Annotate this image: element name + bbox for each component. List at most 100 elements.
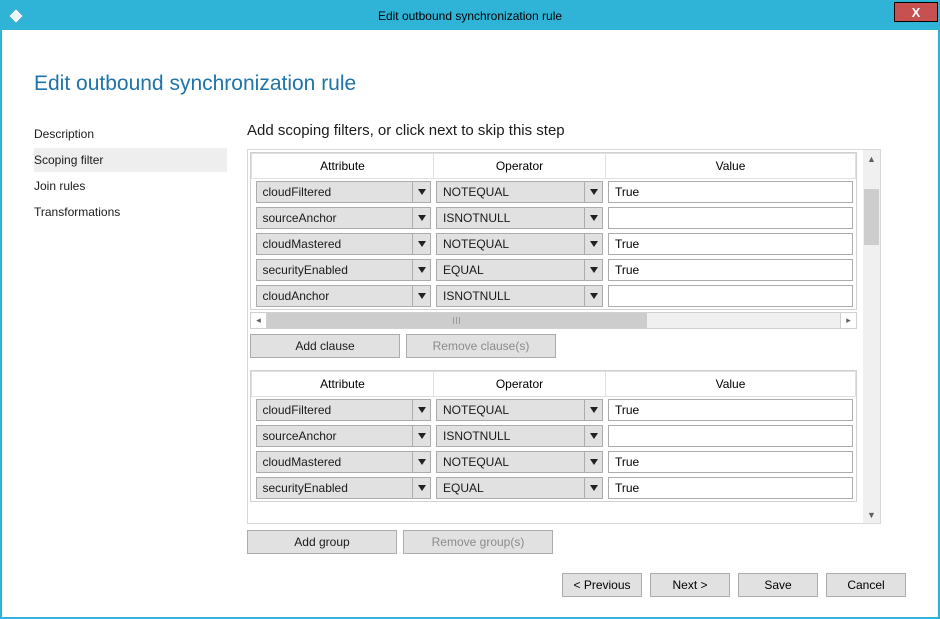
cancel-button[interactable]: Cancel — [826, 573, 906, 597]
attribute-value: securityEnabled — [257, 478, 413, 498]
clause-row: cloudFiltered NOTEQUAL — [252, 397, 856, 424]
attribute-combo[interactable]: cloudMastered — [256, 451, 432, 473]
operator-value: EQUAL — [437, 260, 584, 280]
content-header: Add scoping filters, or click next to sk… — [247, 122, 906, 139]
value-input[interactable] — [608, 285, 853, 307]
dropdown-icon[interactable] — [412, 286, 430, 306]
clause-row: sourceAnchor ISNOTNULL — [252, 205, 856, 231]
save-button[interactable]: Save — [738, 573, 818, 597]
hscroll-thumb[interactable] — [267, 313, 647, 328]
clause-row: cloudMastered NOTEQUAL — [252, 231, 856, 257]
dropdown-icon[interactable] — [584, 478, 602, 498]
horizontal-scrollbar[interactable]: ◂ ▸ — [250, 312, 857, 329]
value-input[interactable] — [608, 477, 853, 499]
dropdown-icon[interactable] — [584, 208, 602, 228]
attribute-combo[interactable]: securityEnabled — [256, 477, 432, 499]
scroll-down-icon[interactable]: ▼ — [863, 506, 880, 523]
remove-groups-button[interactable]: Remove group(s) — [403, 530, 553, 554]
clause-row: securityEnabled EQUAL — [252, 257, 856, 283]
dropdown-icon[interactable] — [412, 260, 430, 280]
attribute-value: securityEnabled — [257, 260, 413, 280]
operator-combo[interactable]: NOTEQUAL — [436, 233, 603, 255]
value-input[interactable] — [608, 259, 853, 281]
dropdown-icon[interactable] — [584, 426, 602, 446]
operator-value: ISNOTNULL — [437, 286, 584, 306]
scroll-up-icon[interactable]: ▲ — [863, 150, 880, 167]
dropdown-icon[interactable] — [584, 234, 602, 254]
col-operator: Operator — [434, 372, 606, 397]
operator-combo[interactable]: NOTEQUAL — [436, 451, 603, 473]
value-input[interactable] — [608, 425, 853, 447]
previous-button[interactable]: < Previous — [562, 573, 642, 597]
attribute-value: cloudMastered — [257, 234, 413, 254]
scroll-right-icon[interactable]: ▸ — [840, 312, 857, 329]
attribute-value: sourceAnchor — [257, 426, 413, 446]
operator-combo[interactable]: EQUAL — [436, 259, 603, 281]
col-attribute: Attribute — [252, 372, 434, 397]
nav-item-description[interactable]: Description — [34, 122, 227, 146]
dropdown-icon[interactable] — [584, 452, 602, 472]
filter-groups-panel: Attribute Operator Value cloudFiltered N… — [247, 149, 881, 524]
col-attribute: Attribute — [252, 154, 434, 179]
operator-combo[interactable]: ISNOTNULL — [436, 207, 603, 229]
clause-table: Attribute Operator Value cloudFiltered N… — [250, 370, 857, 502]
col-value: Value — [606, 372, 856, 397]
value-input[interactable] — [608, 233, 853, 255]
remove-clauses-button[interactable]: Remove clause(s) — [406, 334, 556, 358]
add-group-button[interactable]: Add group — [247, 530, 397, 554]
attribute-value: cloudFiltered — [257, 400, 413, 420]
value-input[interactable] — [608, 451, 853, 473]
dropdown-icon[interactable] — [584, 286, 602, 306]
col-value: Value — [606, 154, 856, 179]
value-input[interactable] — [608, 181, 853, 203]
operator-value: ISNOTNULL — [437, 208, 584, 228]
operator-value: NOTEQUAL — [437, 400, 584, 420]
vertical-scrollbar[interactable]: ▲ ▼ — [863, 150, 880, 523]
attribute-value: sourceAnchor — [257, 208, 413, 228]
attribute-combo[interactable]: cloudFiltered — [256, 399, 432, 421]
add-clause-button[interactable]: Add clause — [250, 334, 400, 358]
attribute-value: cloudFiltered — [257, 182, 413, 202]
attribute-combo[interactable]: cloudFiltered — [256, 181, 432, 203]
attribute-combo[interactable]: sourceAnchor — [256, 207, 432, 229]
attribute-combo[interactable]: sourceAnchor — [256, 425, 432, 447]
operator-combo[interactable]: ISNOTNULL — [436, 285, 603, 307]
operator-combo[interactable]: NOTEQUAL — [436, 399, 603, 421]
attribute-combo[interactable]: cloudAnchor — [256, 285, 432, 307]
scroll-left-icon[interactable]: ◂ — [250, 312, 267, 329]
clause-table: Attribute Operator Value cloudFiltered N… — [250, 152, 857, 310]
operator-value: ISNOTNULL — [437, 426, 584, 446]
dropdown-icon[interactable] — [412, 452, 430, 472]
dropdown-icon[interactable] — [412, 208, 430, 228]
dropdown-icon[interactable] — [584, 400, 602, 420]
dropdown-icon[interactable] — [412, 478, 430, 498]
clause-row: sourceAnchor ISNOTNULL — [252, 423, 856, 449]
dropdown-icon[interactable] — [412, 400, 430, 420]
attribute-combo[interactable]: securityEnabled — [256, 259, 432, 281]
attribute-combo[interactable]: cloudMastered — [256, 233, 432, 255]
dropdown-icon[interactable] — [412, 234, 430, 254]
nav-item-join-rules[interactable]: Join rules — [34, 174, 227, 198]
clause-row: securityEnabled EQUAL — [252, 475, 856, 501]
next-button[interactable]: Next > — [650, 573, 730, 597]
nav-item-transformations[interactable]: Transformations — [34, 200, 227, 224]
operator-value: NOTEQUAL — [437, 182, 584, 202]
operator-value: NOTEQUAL — [437, 452, 584, 472]
operator-combo[interactable]: NOTEQUAL — [436, 181, 603, 203]
titlebar: Edit outbound synchronization rule X — [2, 2, 938, 30]
value-input[interactable] — [608, 399, 853, 421]
operator-combo[interactable]: ISNOTNULL — [436, 425, 603, 447]
value-input[interactable] — [608, 207, 853, 229]
dropdown-icon[interactable] — [412, 426, 430, 446]
dropdown-icon[interactable] — [584, 182, 602, 202]
clause-row: cloudMastered NOTEQUAL — [252, 449, 856, 475]
col-operator: Operator — [434, 154, 606, 179]
operator-combo[interactable]: EQUAL — [436, 477, 603, 499]
nav-item-scoping-filter[interactable]: Scoping filter — [34, 148, 227, 172]
clause-row: cloudFiltered NOTEQUAL — [252, 179, 856, 206]
page-title: Edit outbound synchronization rule — [34, 72, 906, 96]
dropdown-icon[interactable] — [412, 182, 430, 202]
close-button[interactable]: X — [894, 2, 938, 22]
dropdown-icon[interactable] — [584, 260, 602, 280]
scroll-thumb[interactable] — [864, 189, 879, 245]
